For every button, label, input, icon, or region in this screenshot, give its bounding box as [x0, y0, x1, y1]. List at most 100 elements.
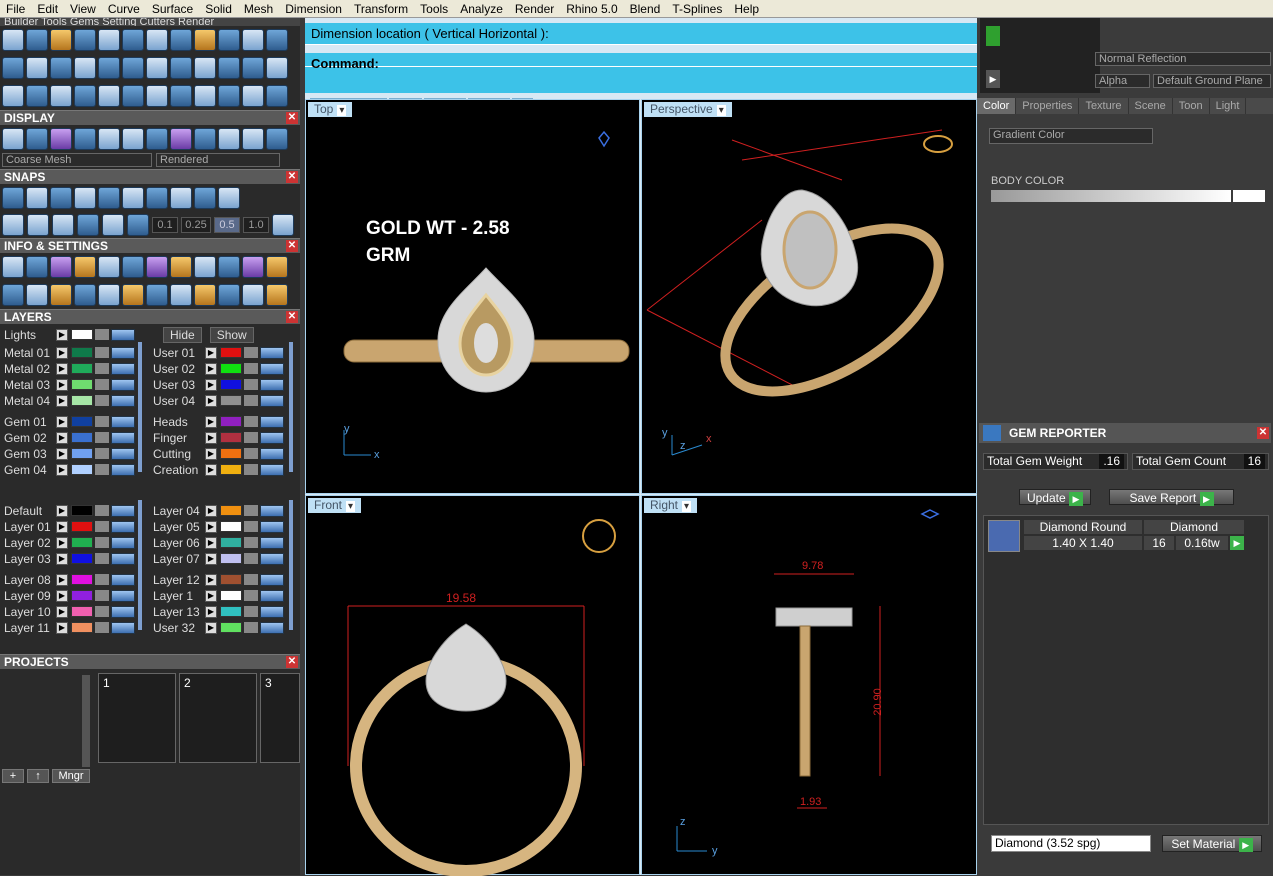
visibility-toggle[interactable]	[111, 605, 135, 618]
visibility-toggle[interactable]	[260, 552, 284, 565]
project-slot[interactable]: 2	[179, 673, 257, 763]
viewport-right[interactable]: Right 9.78 20.90 1.93 z y	[641, 495, 977, 875]
viewport-top[interactable]: Top GOLD WT - 2.58 GRM y x	[305, 99, 640, 494]
tool-icon[interactable]	[26, 29, 48, 51]
gem-size-cell[interactable]: 1.40 X 1.40	[1024, 536, 1142, 550]
material-select[interactable]: Diamond (3.52 spg)	[991, 835, 1151, 852]
arrow-icon[interactable]: ▶	[205, 552, 217, 565]
body-color-swatch[interactable]	[1233, 190, 1265, 202]
lock-icon[interactable]	[95, 329, 109, 340]
arrow-icon[interactable]: ▶	[56, 463, 68, 476]
color-swatch[interactable]	[220, 464, 242, 475]
color-swatch[interactable]	[220, 537, 242, 548]
layer-row[interactable]: Gem 01 ▶	[4, 414, 135, 429]
tool-icon[interactable]	[74, 284, 96, 306]
lock-icon[interactable]	[244, 537, 258, 548]
show-button[interactable]: Show	[209, 326, 254, 343]
layer-row[interactable]: Layer 04 ▶	[153, 503, 284, 518]
gem-type-cell[interactable]: Diamond	[1144, 520, 1244, 534]
tool-icon[interactable]	[170, 85, 192, 107]
visibility-toggle[interactable]	[260, 431, 284, 444]
tool-icon[interactable]	[242, 256, 264, 278]
layer-row[interactable]: Heads ▶	[153, 414, 284, 429]
lock-icon[interactable]	[95, 606, 109, 617]
layer-row[interactable]: Gem 02 ▶	[4, 430, 135, 445]
lock-icon[interactable]	[95, 395, 109, 406]
tool-icon[interactable]	[122, 57, 144, 79]
close-icon[interactable]: ✕	[286, 171, 298, 183]
tool-icon[interactable]	[266, 29, 288, 51]
tool-icon[interactable]	[122, 128, 144, 150]
lock-icon[interactable]	[95, 379, 109, 390]
tool-icon[interactable]	[122, 187, 144, 209]
lock-icon[interactable]	[95, 553, 109, 564]
arrow-icon[interactable]: ▶	[56, 415, 68, 428]
tool-icon[interactable]	[98, 57, 120, 79]
visibility-toggle[interactable]	[111, 520, 135, 533]
cube-icon[interactable]	[27, 214, 49, 236]
tool-icon[interactable]	[194, 57, 216, 79]
lock-icon[interactable]	[95, 574, 109, 585]
lock-icon[interactable]	[244, 521, 258, 532]
lock-icon[interactable]	[244, 395, 258, 406]
arrow-icon[interactable]: ▶	[205, 346, 217, 359]
arrow-icon[interactable]: ▶	[205, 536, 217, 549]
visibility-toggle[interactable]	[111, 328, 135, 341]
lock-icon[interactable]	[244, 590, 258, 601]
tool-icon[interactable]	[218, 85, 240, 107]
arrow-icon[interactable]: ▶	[205, 573, 217, 586]
visibility-toggle[interactable]	[111, 504, 135, 517]
lock-icon[interactable]	[95, 622, 109, 633]
tool-icon[interactable]	[2, 57, 24, 79]
manager-button[interactable]: Mngr	[52, 769, 90, 783]
visibility-toggle[interactable]	[260, 520, 284, 533]
reflection-select[interactable]: Normal Reflection	[1095, 52, 1271, 66]
tool-icon[interactable]	[242, 284, 264, 306]
tool-icon[interactable]	[146, 284, 168, 306]
tool-icon[interactable]	[218, 128, 240, 150]
lock-icon[interactable]	[244, 379, 258, 390]
expand-icon[interactable]	[986, 26, 1000, 46]
lock-icon[interactable]	[95, 537, 109, 548]
visibility-toggle[interactable]	[260, 573, 284, 586]
visibility-toggle[interactable]	[111, 431, 135, 444]
arrow-icon[interactable]: ▶	[56, 378, 68, 391]
update-button[interactable]: Update ▶	[1019, 489, 1091, 506]
tool-icon[interactable]	[26, 128, 48, 150]
lock-icon[interactable]	[95, 505, 109, 516]
tool-icon[interactable]	[2, 187, 24, 209]
layer-row[interactable]: Metal 03 ▶	[4, 377, 135, 392]
tool-icon[interactable]	[2, 128, 24, 150]
tool-icon[interactable]	[2, 284, 24, 306]
gem-name-cell[interactable]: Diamond Round	[1024, 520, 1142, 534]
arrow-icon[interactable]: ▶	[205, 415, 217, 428]
tool-icon[interactable]	[146, 57, 168, 79]
pencil-icon[interactable]	[52, 214, 74, 236]
visibility-toggle[interactable]	[260, 605, 284, 618]
tool-icon[interactable]	[266, 284, 288, 306]
pattern-icon[interactable]	[77, 214, 99, 236]
tool-icon[interactable]	[170, 57, 192, 79]
material-tab[interactable]: Color	[977, 98, 1017, 114]
visibility-toggle[interactable]	[260, 346, 284, 359]
arrow-icon[interactable]: ▶	[56, 520, 68, 533]
arrow-icon[interactable]: ▶	[56, 328, 68, 341]
tool-icon[interactable]	[170, 256, 192, 278]
menu-item[interactable]: Rhino 5.0	[560, 2, 623, 16]
lock-icon[interactable]	[95, 464, 109, 475]
menu-item[interactable]: T-Splines	[666, 2, 728, 16]
tool-icon[interactable]	[26, 284, 48, 306]
visibility-toggle[interactable]	[111, 362, 135, 375]
visibility-toggle[interactable]	[111, 621, 135, 634]
tool-icon[interactable]	[266, 57, 288, 79]
color-swatch[interactable]	[71, 505, 93, 516]
visibility-toggle[interactable]	[111, 394, 135, 407]
layer-row[interactable]: User 32 ▶	[153, 620, 284, 635]
arrow-icon[interactable]: ▶	[205, 504, 217, 517]
color-swatch[interactable]	[220, 416, 242, 427]
arrow-icon[interactable]: ▶	[56, 621, 68, 634]
layer-row[interactable]: Layer 11 ▶	[4, 620, 135, 635]
color-swatch[interactable]	[220, 606, 242, 617]
menu-item[interactable]: Tools	[414, 2, 454, 16]
color-swatch[interactable]	[71, 329, 93, 340]
